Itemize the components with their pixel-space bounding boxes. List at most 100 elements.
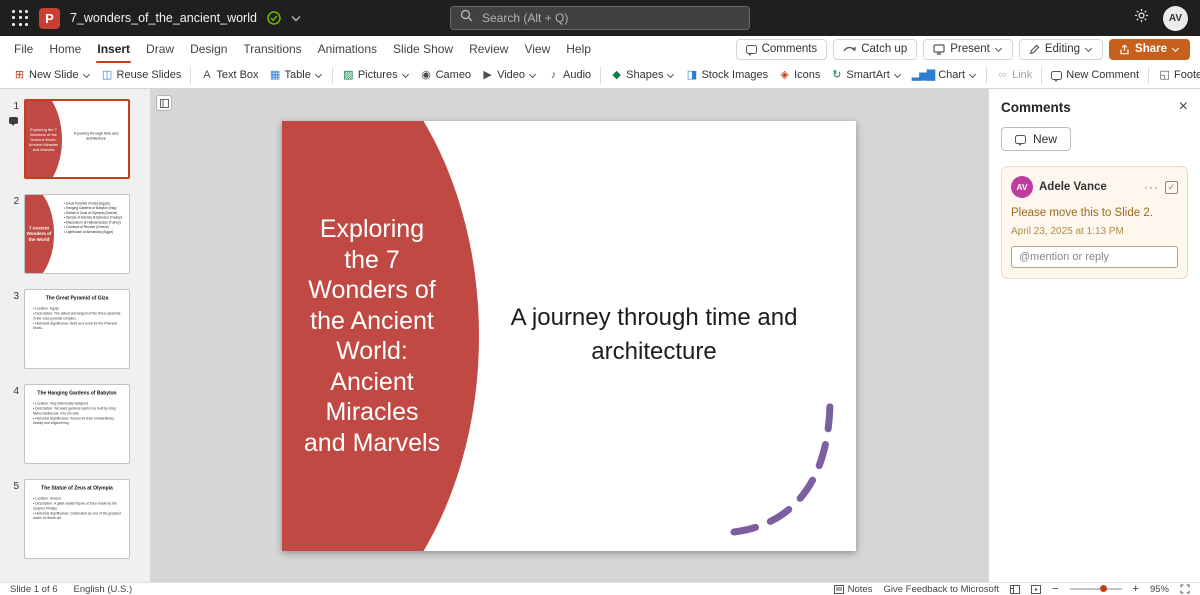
thumbnail-bullet: Description: Terraced gardens said to be… [33,406,122,416]
more-options-icon[interactable]: ··· [1144,180,1159,194]
collapse-pane-button[interactable] [156,95,172,111]
smartart-icon: ↻ [830,70,842,81]
normal-view-icon[interactable] [1010,585,1020,594]
ribbon-reuse-slides[interactable]: ◫Reuse Slides [96,66,187,84]
document-title[interactable]: 7_wonders_of_the_ancient_world [70,11,257,25]
thumbnail-title: The Statue of Zeus at Olympia [25,486,129,492]
comment-timestamp: April 23, 2025 at 1:13 PM [1011,226,1178,237]
ribbon-smartart[interactable]: ↻SmartArt [825,66,906,84]
zoom-slider[interactable] [1070,588,1122,590]
ribbon-new-slide-label: New Slide [29,69,79,81]
thumbnail-bullet: Description: The oldest and largest of t… [33,311,122,321]
zoom-slider-knob[interactable] [1100,585,1107,592]
ribbon-chart-label: Chart [938,69,965,81]
close-icon[interactable]: × [1179,99,1188,115]
share-button[interactable]: Share [1109,39,1190,60]
account-avatar[interactable]: AV [1163,6,1188,31]
reply-input[interactable] [1011,246,1178,268]
cameo-icon: ◉ [420,70,432,81]
menu-tab-home[interactable]: Home [41,38,89,60]
slide-thumbnail-3[interactable]: 3The Great Pyramid of GizaLocation: Egyp… [0,289,150,369]
ribbon-separator [600,67,601,84]
ribbon-cameo-label: Cameo [436,69,471,81]
menu-tab-animations[interactable]: Animations [310,38,385,60]
resolve-comment-icon[interactable]: ✓ [1165,181,1178,194]
menu-tab-file[interactable]: File [6,38,41,60]
search-bar[interactable] [450,6,750,30]
slide-thumbnail-5[interactable]: 5The Statue of Zeus at OlympiaLocation: … [0,479,150,559]
notes-label: Notes [848,584,873,595]
ribbon-new-slide[interactable]: ⊞New Slide [8,66,96,84]
menu-tab-slide-show[interactable]: Slide Show [385,38,461,60]
ribbon-new-comment[interactable]: New Comment [1046,66,1144,84]
chevron-down-icon [315,71,323,79]
slide-thumbnail-4[interactable]: 4The Hanging Gardens of BabylonLocation:… [0,384,150,464]
notes-button[interactable]: Notes [834,584,873,595]
share-label: Share [1135,43,1167,55]
app-launcher-icon[interactable] [12,10,29,27]
slide-comment-badge[interactable] [9,117,18,124]
catch-up-button[interactable]: Catch up [833,39,917,60]
fit-to-window-icon[interactable] [1180,584,1190,594]
slide-canvas[interactable]: Exploring the 7 Wonders of the Ancient W… [282,121,856,551]
comments-button[interactable]: Comments [736,39,828,60]
menu-tab-draw[interactable]: Draw [138,38,182,60]
thumbnail-preview: The Statue of Zeus at OlympiaLocation: G… [24,479,130,559]
ribbon-separator [332,67,333,84]
thumbnail-preview: Exploring the 7 Wonders of the Ancient W… [24,99,130,179]
file-menu-chevron-icon[interactable] [291,15,301,22]
stock-images-icon: ◨ [685,70,697,81]
ribbon-icons-label: Icons [794,69,820,81]
comments-bubble-icon [746,45,757,54]
thumbnail-preview: 7 Ancient Wonders of the WorldGreat Pyra… [24,194,130,274]
language-selector[interactable]: English (U.S.) [74,584,133,595]
thumbnail-preview: The Hanging Gardens of BabylonLocation: … [24,384,130,464]
ribbon-separator [190,67,191,84]
ribbon-cameo[interactable]: ◉ Cameo [415,66,476,84]
slide-title[interactable]: Exploring the 7 Wonders of the Ancient W… [292,121,452,551]
ribbon-pictures[interactable]: ▨Pictures [337,66,415,84]
menu-tab-help[interactable]: Help [558,38,599,60]
new-comment-button[interactable]: New [1001,127,1071,151]
present-button[interactable]: Present [923,39,1013,60]
zoom-in-button[interactable]: + [1133,583,1139,595]
menu-tab-review[interactable]: Review [461,38,516,60]
search-input[interactable] [480,10,740,26]
ribbon-audio[interactable]: ♪Audio [542,66,596,84]
feedback-link[interactable]: Give Feedback to Microsoft [883,584,999,595]
slide-thumbnail-1[interactable]: 1Exploring the 7 Wonders of the Ancient … [0,99,150,179]
comment-bubble-icon [1015,135,1026,144]
thumbnail-bullet: Historical Significance: Known for their… [33,416,122,426]
zoom-out-button[interactable]: − [1052,583,1058,595]
footer-icon: ◱ [1158,70,1170,81]
text-box-icon: A [200,70,212,81]
menu-tab-design[interactable]: Design [182,38,235,60]
ribbon-icons[interactable]: ◈Icons [773,66,825,84]
ribbon-chart[interactable]: ▂▅▇Chart [907,66,982,84]
new-comment-label: New [1033,132,1057,146]
slide-subtitle[interactable]: A journey through time and architecture [499,301,809,368]
settings-gear-icon[interactable] [1134,8,1149,28]
menu-tab-view[interactable]: View [516,38,558,60]
powerpoint-icon[interactable]: P [39,8,60,29]
menu-tab-insert[interactable]: Insert [89,38,138,60]
thumbnail-bullet: Description: A giant seated figure of Ze… [33,501,122,511]
ribbon-shapes[interactable]: ◆Shapes [605,66,680,84]
thumbnail-title: The Great Pyramid of Giza [25,296,129,302]
ribbon-footer[interactable]: ◱Footer [1153,66,1200,84]
ribbon-video[interactable]: ▶Video [476,66,542,84]
menu-tabs: FileHomeInsertDrawDesignTransitionsAnima… [6,38,599,60]
app-top-bar: P 7_wonders_of_the_ancient_world AV [0,0,1200,36]
slide-thumbnail-panel: 1Exploring the 7 Wonders of the Ancient … [0,89,150,582]
menu-tab-transitions[interactable]: Transitions [235,38,309,60]
slideshow-view-icon[interactable] [1031,585,1041,594]
ribbon-stock-images[interactable]: ◨Stock Images [680,66,773,84]
ribbon-table[interactable]: ▦Table [264,66,328,84]
chevron-down-icon [894,71,902,79]
comment-card[interactable]: AV Adele Vance ··· ✓ Please move this to… [1001,166,1188,279]
editing-mode-button[interactable]: Editing [1019,39,1103,60]
present-label: Present [950,43,990,55]
zoom-level[interactable]: 95% [1150,584,1169,595]
ribbon-text-box[interactable]: AText Box [195,66,263,84]
slide-thumbnail-2[interactable]: 27 Ancient Wonders of the WorldGreat Pyr… [0,194,150,274]
